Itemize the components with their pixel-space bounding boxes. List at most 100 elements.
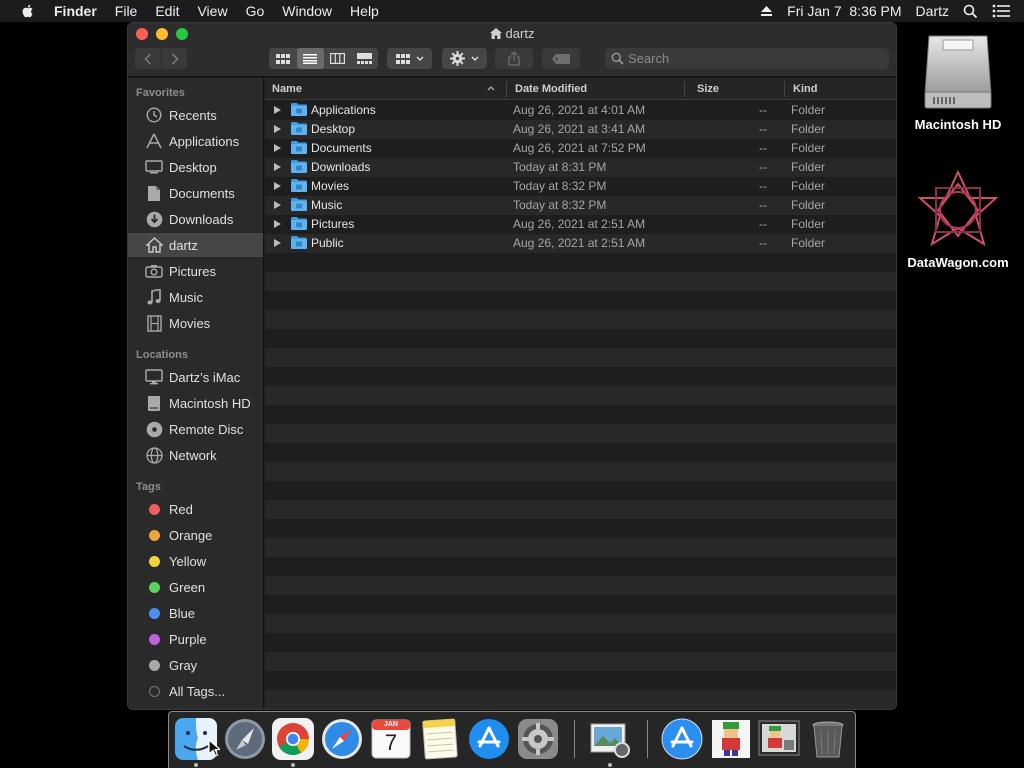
sidebar-item-macintosh-hd[interactable]: Macintosh HD (128, 391, 263, 415)
menu-go[interactable]: Go (246, 3, 265, 19)
share-button[interactable] (495, 48, 533, 69)
file-name: Pictures (311, 217, 355, 231)
disclosure-triangle-icon[interactable] (274, 239, 281, 247)
notification-center-icon[interactable] (992, 4, 1010, 18)
dock-app-store-folder[interactable] (661, 718, 703, 760)
menu-clock[interactable]: Fri Jan 7 8:36 PM (787, 3, 901, 19)
download-icon (146, 211, 162, 227)
gallery-view-button[interactable] (351, 48, 378, 69)
dock-chrome[interactable] (272, 718, 314, 760)
column-header-name[interactable]: Name (272, 83, 302, 95)
menu-file[interactable]: File (115, 3, 138, 19)
action-menu-button[interactable] (442, 48, 487, 69)
list-view-button[interactable] (296, 48, 324, 69)
sidebar-tag-green[interactable]: Green (128, 575, 263, 599)
table-row[interactable]: Desktop Aug 26, 2021 at 3:41 AM -- Folder (265, 120, 896, 139)
dock-game-character[interactable] (710, 718, 752, 760)
disclosure-triangle-icon[interactable] (274, 144, 281, 152)
sidebar-item-movies[interactable]: Movies (128, 311, 263, 335)
sidebar-tag-orange[interactable]: Orange (128, 523, 263, 547)
row-stripe (265, 500, 896, 519)
menu-view[interactable]: View (197, 3, 227, 19)
dock-calendar[interactable]: JAN 7 (370, 718, 412, 760)
eject-icon[interactable] (760, 5, 773, 17)
table-row[interactable]: Pictures Aug 26, 2021 at 2:51 AM -- Folder (265, 215, 896, 234)
notes-icon (422, 718, 458, 760)
column-header-kind[interactable]: Kind (793, 83, 817, 95)
search-field[interactable] (605, 48, 889, 69)
forward-button[interactable] (161, 48, 187, 69)
tag-dot-icon (148, 503, 160, 515)
edit-tags-button[interactable] (542, 48, 580, 69)
group-by-button[interactable] (387, 48, 432, 69)
menu-app-name[interactable]: Finder (54, 3, 97, 19)
table-row[interactable]: Documents Aug 26, 2021 at 7:52 PM -- Folder (265, 139, 896, 158)
sidebar-item-pictures[interactable]: Pictures (128, 259, 263, 283)
disclosure-triangle-icon[interactable] (274, 163, 281, 171)
column-view-button[interactable] (324, 48, 351, 69)
desktop-icon-macintosh-hd[interactable]: Macintosh HD (903, 32, 1013, 132)
folder-icon (291, 198, 307, 211)
sidebar-item-downloads[interactable]: Downloads (128, 207, 263, 231)
dock-trash[interactable] (807, 718, 849, 760)
dock-preview[interactable] (589, 718, 631, 760)
icon-view-button[interactable] (270, 48, 297, 69)
menu-user[interactable]: Dartz (916, 3, 949, 19)
all-tags-icon (148, 685, 160, 697)
sidebar-tag-yellow[interactable]: Yellow (128, 549, 263, 573)
dock-safari[interactable] (321, 718, 363, 760)
file-size: -- (759, 141, 767, 155)
sidebar-tag-red[interactable]: Red (128, 497, 263, 521)
dock-notes[interactable] (419, 718, 461, 760)
view-mode-control (269, 48, 378, 69)
dock-app-store[interactable] (468, 718, 510, 760)
spotlight-search-icon[interactable] (963, 4, 978, 19)
sidebar-item-network[interactable]: Network (128, 443, 263, 467)
menu-bar: Finder File Edit View Go Window Help Fri… (0, 0, 1024, 22)
disclosure-triangle-icon[interactable] (274, 220, 281, 228)
back-button[interactable] (135, 48, 161, 69)
table-row[interactable]: Applications Aug 26, 2021 at 4:01 AM -- Fol… (265, 101, 896, 120)
disclosure-triangle-icon[interactable] (274, 182, 281, 190)
row-stripe (265, 443, 896, 462)
dock-launchpad[interactable] (224, 718, 266, 760)
menu-help[interactable]: Help (350, 3, 379, 19)
row-stripe (265, 671, 896, 690)
dock-system-preferences[interactable] (517, 718, 559, 760)
sidebar-item-documents[interactable]: Documents (128, 181, 263, 205)
sidebar-tag-purple[interactable]: Purple (128, 627, 263, 651)
disclosure-triangle-icon[interactable] (274, 125, 281, 133)
apple-logo-icon[interactable] (20, 3, 36, 19)
sidebar-item-label: Remote Disc (169, 421, 244, 437)
menu-window[interactable]: Window (282, 3, 332, 19)
sidebar-item-recents[interactable]: Recents (128, 103, 263, 127)
sidebar-item-desktop[interactable]: Desktop (128, 155, 263, 179)
table-row[interactable]: Movies Today at 8:32 PM -- Folder (265, 177, 896, 196)
sidebar-item-imac[interactable]: Dartz’s iMac (128, 365, 263, 389)
dock-game-screen[interactable] (758, 718, 800, 760)
table-row[interactable]: Downloads Today at 8:31 PM -- Folder (265, 158, 896, 177)
dock-separator (647, 720, 648, 758)
camera-icon (145, 265, 163, 278)
sidebar-item-applications[interactable]: Applications (128, 129, 263, 153)
disclosure-triangle-icon[interactable] (274, 106, 281, 114)
desktop-icon-datawagon[interactable]: DataWagon.com (903, 169, 1013, 270)
sidebar-item-remote-disc[interactable]: Remote Disc (128, 417, 263, 441)
row-stripe (265, 538, 896, 557)
column-headers: Name Date Modified Size Kind (265, 78, 896, 100)
column-header-date[interactable]: Date Modified (515, 83, 587, 95)
row-stripe (265, 386, 896, 405)
menu-edit[interactable]: Edit (155, 3, 179, 19)
sidebar-tag-all-tags[interactable]: All Tags... (128, 679, 263, 703)
column-header-size[interactable]: Size (697, 83, 719, 95)
search-input[interactable] (628, 51, 878, 66)
chevron-down-icon (416, 56, 423, 61)
sidebar-item-label: Pictures (169, 263, 216, 279)
sidebar-item-dartz[interactable]: dartz (128, 233, 263, 257)
table-row[interactable]: Music Today at 8:32 PM -- Folder (265, 196, 896, 215)
table-row[interactable]: Public Aug 26, 2021 at 2:51 AM -- Folder (265, 234, 896, 253)
sidebar-tag-blue[interactable]: Blue (128, 601, 263, 625)
sidebar-tag-gray[interactable]: Gray (128, 653, 263, 677)
sidebar-item-music[interactable]: Music (128, 285, 263, 309)
disclosure-triangle-icon[interactable] (274, 201, 281, 209)
